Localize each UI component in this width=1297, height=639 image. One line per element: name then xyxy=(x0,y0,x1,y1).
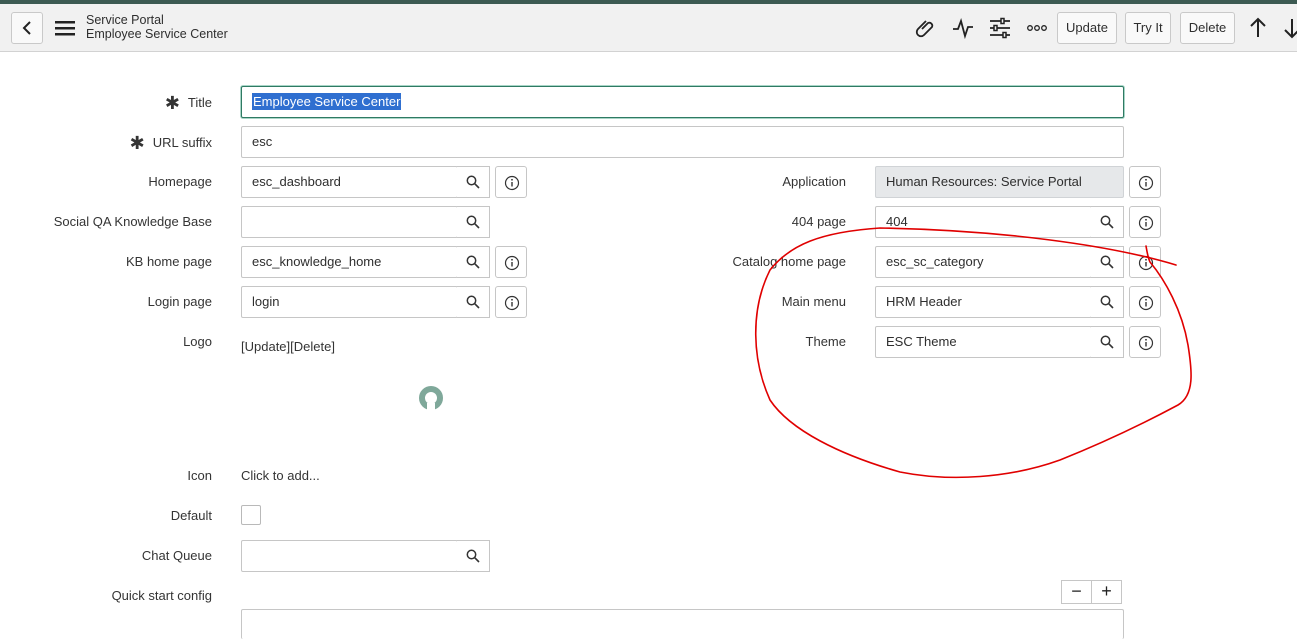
search-icon xyxy=(466,175,480,189)
record-title-block: Service Portal Employee Service Center xyxy=(86,13,228,41)
login-page-lookup-button[interactable] xyxy=(457,286,490,318)
logo-label: Logo xyxy=(183,334,212,349)
more-options-icon[interactable] xyxy=(1025,16,1049,40)
theme-lookup-button[interactable] xyxy=(1091,326,1124,358)
homepage-label: Homepage xyxy=(148,174,212,189)
application-info-button[interactable] xyxy=(1129,166,1161,198)
social-qa-input[interactable] xyxy=(241,206,458,238)
info-icon xyxy=(1138,335,1154,351)
arrow-up-icon[interactable] xyxy=(1246,16,1270,40)
chat-queue-input[interactable] xyxy=(241,540,458,572)
search-icon xyxy=(466,295,480,309)
page-404-input[interactable]: 404 xyxy=(875,206,1092,238)
info-icon xyxy=(1138,175,1154,191)
login-page-label: Login page xyxy=(147,294,212,309)
application-label: Application xyxy=(782,174,846,189)
form-header: Service Portal Employee Service Center U… xyxy=(0,4,1297,52)
title-label: ✱ Title xyxy=(164,93,212,113)
search-icon xyxy=(466,215,480,229)
paperclip-icon[interactable] xyxy=(914,16,938,40)
title-input[interactable]: Employee Service Center xyxy=(241,86,1124,118)
icon-label: Icon xyxy=(187,468,212,483)
try-it-button[interactable]: Try It xyxy=(1125,12,1171,44)
info-icon xyxy=(1138,295,1154,311)
title-input-value: Employee Service Center xyxy=(252,93,402,110)
main-menu-input[interactable]: HRM Header xyxy=(875,286,1092,318)
quick-start-label: Quick start config xyxy=(111,588,212,603)
application-readonly-field: Human Resources: Service Portal xyxy=(875,166,1124,198)
catalog-home-info-button[interactable] xyxy=(1129,246,1161,278)
record-table-name: Service Portal xyxy=(86,13,164,27)
quick-start-textarea[interactable] xyxy=(241,609,1124,639)
url-suffix-label: ✱ URL suffix xyxy=(129,133,212,153)
required-asterisk-icon: ✱ xyxy=(129,133,145,153)
page-404-lookup-button[interactable] xyxy=(1091,206,1124,238)
search-icon xyxy=(1100,255,1114,269)
chat-queue-label: Chat Queue xyxy=(141,548,212,563)
kb-home-label: KB home page xyxy=(125,254,212,269)
record-display-name: Employee Service Center xyxy=(86,27,228,41)
search-icon xyxy=(1100,295,1114,309)
search-icon xyxy=(1100,335,1114,349)
main-menu-info-button[interactable] xyxy=(1129,286,1161,318)
info-icon xyxy=(504,255,520,271)
expand-plus-button[interactable]: + xyxy=(1091,580,1122,604)
hamburger-menu-icon[interactable] xyxy=(53,18,77,38)
search-icon xyxy=(466,255,480,269)
info-icon xyxy=(504,295,520,311)
catalog-home-lookup-button[interactable] xyxy=(1091,246,1124,278)
homepage-input[interactable]: esc_dashboard xyxy=(241,166,458,198)
required-asterisk-icon: ✱ xyxy=(164,93,180,113)
theme-label: Theme xyxy=(805,334,846,349)
main-menu-lookup-button[interactable] xyxy=(1091,286,1124,318)
homepage-lookup-button[interactable] xyxy=(457,166,490,198)
main-menu-label: Main menu xyxy=(781,294,846,309)
back-icon xyxy=(22,21,31,35)
kb-home-info-button[interactable] xyxy=(495,246,527,278)
social-qa-label: Social QA Knowledge Base xyxy=(53,214,212,229)
logo-update-delete-links[interactable]: [Update][Delete] xyxy=(241,339,335,354)
default-checkbox[interactable] xyxy=(241,505,261,525)
default-label: Default xyxy=(170,508,212,523)
info-icon xyxy=(1138,215,1154,231)
kb-home-lookup-button[interactable] xyxy=(457,246,490,278)
chat-queue-lookup-button[interactable] xyxy=(457,540,490,572)
url-suffix-input[interactable]: esc xyxy=(241,126,1124,158)
homepage-info-button[interactable] xyxy=(495,166,527,198)
update-button[interactable]: Update xyxy=(1057,12,1117,44)
search-icon xyxy=(466,549,480,563)
kb-home-input[interactable]: esc_knowledge_home xyxy=(241,246,458,278)
page-404-label: 404 page xyxy=(791,214,846,229)
search-icon xyxy=(1100,215,1114,229)
login-page-info-button[interactable] xyxy=(495,286,527,318)
icon-click-to-add[interactable]: Click to add... xyxy=(241,468,320,483)
collapse-minus-button[interactable]: − xyxy=(1061,580,1092,604)
arrow-down-icon[interactable] xyxy=(1280,16,1297,40)
sliders-icon[interactable] xyxy=(988,16,1012,40)
social-qa-lookup-button[interactable] xyxy=(457,206,490,238)
activity-icon[interactable] xyxy=(951,16,975,40)
delete-button[interactable]: Delete xyxy=(1180,12,1235,44)
info-icon xyxy=(504,175,520,191)
theme-info-button[interactable] xyxy=(1129,326,1161,358)
catalog-home-label: Catalog home page xyxy=(732,254,846,269)
page-404-info-button[interactable] xyxy=(1129,206,1161,238)
back-button[interactable] xyxy=(11,12,43,44)
theme-input[interactable]: ESC Theme xyxy=(875,326,1092,358)
login-page-input[interactable]: login xyxy=(241,286,458,318)
loading-spinner-icon xyxy=(418,386,444,410)
catalog-home-input[interactable]: esc_sc_category xyxy=(875,246,1092,278)
info-icon xyxy=(1138,255,1154,271)
